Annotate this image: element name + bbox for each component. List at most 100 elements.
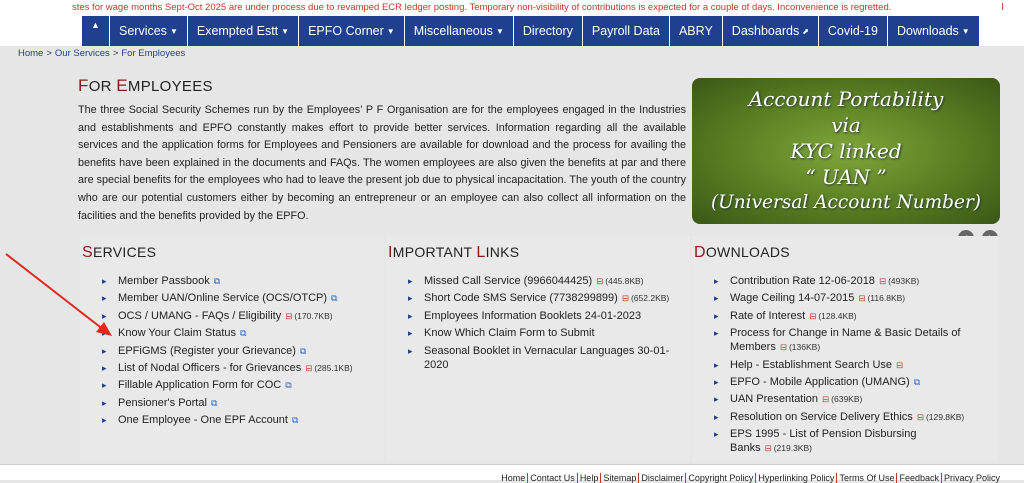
list-item[interactable]: Resolution on Service Delivery Ethics⊟(1… — [692, 410, 998, 424]
list-item[interactable]: Member Passbook⧉ — [80, 274, 384, 288]
external-link-icon: ⧉ — [291, 415, 299, 426]
list-item[interactable]: List of Nodal Officers - for Grievances ⊟… — [80, 361, 384, 375]
list-item[interactable]: Member UAN/Online Service (OCS/OTCP) ⧉ — [80, 291, 384, 305]
important-link[interactable]: Employees Information Booklets 24-01-202… — [424, 310, 641, 322]
download-link[interactable]: Contribution Rate 12-06-2018 — [730, 275, 875, 287]
download-link[interactable]: EPS 1995 - List of Pension Disbursing Ba… — [730, 428, 917, 454]
pdf-icon: ⊟ — [822, 394, 830, 405]
service-link[interactable]: Fillable Application Form for COC — [118, 379, 281, 391]
list-item[interactable]: Contribution Rate 12-06-2018⊟(493KB) — [692, 274, 998, 288]
pdf-icon: ⊟ — [305, 362, 313, 373]
list-item[interactable]: OCS / UMANG - FAQs / Eligibility ⊟(170.7K… — [80, 309, 384, 323]
important-links-list: Missed Call Service (9966044425)⊟(445.8K… — [386, 274, 690, 372]
downloads-panel: DOWNLOADS Contribution Rate 12-06-2018⊟(… — [692, 236, 998, 462]
breadcrumb-our-services[interactable]: Our Services — [55, 48, 110, 59]
banner-line: (Universal Account Number) — [710, 192, 982, 213]
footer-link[interactable]: Disclaimer — [639, 473, 687, 483]
nav-item-downloads[interactable]: Downloads ▼ — [887, 16, 980, 46]
list-item[interactable]: One Employee - One EPF Account⧉ — [80, 413, 384, 427]
nav-item-exempted-estt[interactable]: Exempted Estt ▼ — [187, 16, 300, 46]
chevron-down-icon: ▼ — [961, 27, 970, 36]
footer-link[interactable]: Privacy Policy — [942, 473, 1002, 483]
nav-item-directory[interactable]: Directory — [513, 16, 583, 46]
service-link[interactable]: Know Your Claim Status — [118, 327, 236, 339]
services-list: Member Passbook⧉Member UAN/Online Servic… — [80, 274, 384, 427]
footer-link[interactable]: Terms Of Use — [837, 473, 898, 483]
chevron-down-icon: ▼ — [495, 27, 504, 36]
file-size: (652.2KB) — [630, 293, 670, 304]
list-item[interactable]: EPFiGMS (Register your Grievance)⧉ — [80, 344, 384, 358]
nav-item-services[interactable]: Services ▼ — [110, 16, 188, 46]
service-link[interactable]: OCS / UMANG - FAQs / Eligibility — [118, 310, 281, 322]
list-item[interactable]: Pensioner's Portal⧉ — [80, 396, 384, 410]
service-link[interactable]: One Employee - One EPF Account — [118, 414, 288, 426]
list-item[interactable]: Fillable Application Form for COC ⧉ — [80, 378, 384, 392]
banner-line: via — [831, 113, 861, 137]
download-link[interactable]: Help - Establishment Search Use — [730, 359, 892, 371]
service-link[interactable]: EPFiGMS (Register your Grievance) — [118, 345, 296, 357]
service-link[interactable]: Member Passbook — [118, 275, 210, 287]
download-link[interactable]: Resolution on Service Delivery Ethics — [730, 411, 913, 423]
chevron-down-icon: ▼ — [386, 27, 395, 36]
ticker-text: stes for wage months Sept-Oct 2025 are u… — [72, 2, 892, 13]
nav-item-abry[interactable]: ABRY — [669, 16, 723, 46]
list-item[interactable]: Missed Call Service (9966044425) ⊟(445.8K… — [386, 274, 690, 288]
footer-link[interactable]: Help — [578, 473, 602, 483]
important-link[interactable]: Missed Call Service (9966044425) — [424, 275, 592, 287]
list-item[interactable]: UAN Presentation ⊟(639KB) — [692, 392, 998, 406]
external-link-icon: ⧉ — [213, 276, 221, 286]
list-item[interactable]: Wage Ceiling 14-07-2015 ⊟(116.8KB) — [692, 291, 998, 305]
important-links-panel: IMPORTANT LINKS Missed Call Service (996… — [386, 236, 690, 462]
service-link[interactable]: List of Nodal Officers - for Grievances — [118, 362, 301, 374]
list-item[interactable]: Know Your Claim Status ⧉ — [80, 326, 384, 340]
external-link-icon: ⬈ — [802, 27, 809, 36]
pdf-icon: ⊟ — [596, 276, 604, 286]
list-item[interactable]: Process for Change in Name & Basic Detai… — [692, 326, 998, 354]
home-icon[interactable]: ▲ — [82, 16, 110, 46]
intro-text: The three Social Security Schemes run by… — [78, 104, 686, 222]
nav-item-dashboards[interactable]: Dashboards ⬈ — [722, 16, 819, 46]
footer-link[interactable]: Feedback — [897, 473, 942, 483]
banner-line: KYC linked — [790, 139, 902, 163]
nav-item-miscellaneous[interactable]: Miscellaneous ▼ — [404, 16, 514, 46]
uan-banner[interactable]: Account Portability via KYC linked “ UAN… — [692, 78, 1000, 224]
breadcrumb-for-employees[interactable]: For Employees — [121, 48, 185, 59]
list-item[interactable]: Employees Information Booklets 24-01-202… — [386, 309, 690, 323]
external-link-icon: ⧉ — [285, 380, 292, 391]
list-item[interactable]: Seasonal Booklet in Vernacular Languages… — [386, 344, 690, 372]
download-link[interactable]: Process for Change in Name & Basic Detai… — [730, 327, 961, 353]
list-item[interactable]: Short Code SMS Service (7738299899)⊟(652… — [386, 291, 690, 305]
footer-link[interactable]: Sitemap — [601, 473, 640, 483]
footer-link[interactable]: Home — [499, 473, 529, 483]
footer-link[interactable]: Hyperlinking Policy — [756, 473, 838, 483]
download-link[interactable]: UAN Presentation — [730, 393, 818, 405]
important-link[interactable]: Know Which Claim Form to Submit — [424, 327, 595, 339]
pdf-icon: ⊟ — [809, 310, 817, 321]
important-links-heading: IMPORTANT LINKS — [388, 244, 520, 261]
list-item[interactable]: Rate of Interest ⊟(128.4KB) — [692, 309, 998, 323]
footer-links: Home Contact Us Help Sitemap Disclaimer Copyr… — [499, 473, 1002, 483]
pdf-icon: ⊟ — [621, 293, 629, 304]
download-link[interactable]: Rate of Interest — [730, 310, 805, 322]
download-link[interactable]: Wage Ceiling 14-07-2015 — [730, 292, 854, 304]
pdf-icon: ⊟ — [878, 276, 887, 286]
service-link[interactable]: Pensioner's Portal — [118, 397, 207, 409]
list-item[interactable]: Help - Establishment Search Use ⊟ — [692, 358, 998, 372]
list-item[interactable]: Know Which Claim Form to Submit — [386, 326, 690, 340]
service-link[interactable]: Member UAN/Online Service (OCS/OTCP) — [118, 292, 327, 304]
important-link[interactable]: Short Code SMS Service (7738299899) — [424, 292, 618, 304]
breadcrumb-home[interactable]: Home — [18, 48, 43, 59]
download-link[interactable]: EPFO - Mobile Application (UMANG) — [730, 376, 910, 388]
footer-link[interactable]: Contact Us — [528, 473, 578, 483]
list-item[interactable]: EPFO - Mobile Application (UMANG)⧉ — [692, 375, 998, 389]
footer-link[interactable]: Copyright Policy — [686, 473, 757, 483]
nav-item-epfo-corner[interactable]: EPFO Corner ▼ — [299, 16, 405, 46]
important-link[interactable]: Seasonal Booklet in Vernacular Languages… — [424, 345, 669, 371]
pdf-icon: ⊟ — [779, 342, 787, 353]
nav-item-covid-19[interactable]: Covid-19 — [818, 16, 888, 46]
nav-item-payroll-data[interactable]: Payroll Data — [582, 16, 670, 46]
list-item[interactable]: EPS 1995 - List of Pension Disbursing Ba… — [692, 427, 998, 455]
external-link-icon: ⧉ — [240, 328, 247, 339]
pdf-icon: ⊟ — [858, 293, 866, 304]
ticker-cursor: I — [1001, 2, 1004, 13]
